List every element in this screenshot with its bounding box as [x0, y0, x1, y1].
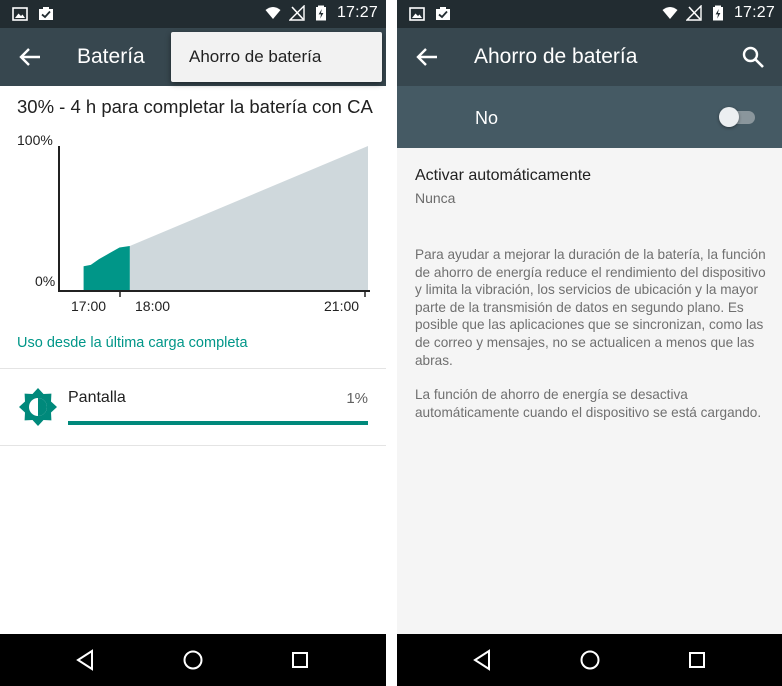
- nav-recents-icon[interactable]: [288, 648, 312, 672]
- toggle-thumb: [719, 107, 739, 127]
- wifi-icon: [265, 7, 281, 19]
- arrow-back-icon[interactable]: [18, 46, 42, 68]
- status-time: 17:27: [733, 4, 775, 21]
- usage-progress-fill: [68, 421, 368, 425]
- battery-saver-screen: 17:27 Ahorro de batería No Activar autom…: [397, 0, 782, 686]
- auto-activate-value: Nunca: [415, 190, 456, 206]
- y-tick-label: 100%: [17, 132, 53, 148]
- switch-state-label: No: [475, 108, 499, 128]
- settings-list: Activar automáticamente Nunca Para ayuda…: [397, 148, 782, 634]
- battery-icon: [315, 5, 326, 21]
- task-check-icon: [39, 7, 53, 20]
- y-tick-label: 0%: [35, 273, 55, 289]
- image-icon: [409, 7, 425, 21]
- usage-item-percent: 1%: [346, 390, 368, 407]
- no-signal-icon: [685, 5, 702, 21]
- auto-activate-title: Activar automáticamente: [415, 167, 592, 184]
- x-tick-label: 17:00: [71, 298, 106, 314]
- nav-home-icon[interactable]: [578, 648, 602, 672]
- battery-history-chart: 100% 0% 17:00 18:00 21:00: [17, 132, 370, 314]
- arrow-back-icon[interactable]: [415, 46, 439, 68]
- overflow-menu: Ahorro de batería: [171, 32, 382, 82]
- image-icon: [12, 7, 28, 21]
- x-tick-label: 18:00: [135, 298, 170, 314]
- wifi-icon: [662, 7, 678, 19]
- screen-separator: [386, 0, 397, 686]
- no-signal-icon: [288, 5, 305, 21]
- x-tick-label: 21:00: [324, 298, 359, 314]
- charge-status: 30% - 4 h para completar la batería con …: [17, 96, 373, 117]
- page-title: Ahorro de batería: [474, 45, 638, 68]
- usage-item-name: Pantalla: [68, 389, 126, 406]
- history-area: [83, 246, 130, 291]
- divider: [0, 445, 386, 446]
- search-icon[interactable]: [741, 45, 765, 69]
- status-bar: 17:27: [397, 0, 782, 28]
- menu-item-battery-saver[interactable]: Ahorro de batería: [189, 47, 321, 67]
- task-check-icon: [436, 7, 450, 20]
- app-bar: Ahorro de batería: [397, 28, 782, 86]
- brightness-icon: [19, 388, 57, 426]
- navigation-bar: [0, 634, 386, 686]
- nav-home-icon[interactable]: [181, 648, 205, 672]
- prediction-area: [129, 146, 368, 291]
- usage-item-screen[interactable]: Pantalla 1%: [0, 369, 386, 445]
- description-text: La función de ahorro de energía se desac…: [415, 387, 762, 420]
- status-bar: 17:27: [0, 0, 386, 28]
- nav-back-icon[interactable]: [470, 648, 494, 672]
- page-title: Batería: [77, 45, 145, 68]
- description-text: Para ayudar a mejorar la duración de la …: [415, 247, 766, 368]
- navigation-bar: [397, 634, 782, 686]
- battery-saver-toggle[interactable]: [719, 107, 757, 127]
- nav-back-icon[interactable]: [73, 648, 97, 672]
- battery-saver-switch-row[interactable]: No: [397, 86, 782, 148]
- usage-progress-bar: [68, 421, 368, 425]
- nav-recents-icon[interactable]: [685, 648, 709, 672]
- usage-since-full-charge-link[interactable]: Uso desde la última carga completa: [17, 335, 248, 351]
- battery-screen: 17:27 Batería Ahorro de batería 30% - 4 …: [0, 0, 386, 686]
- status-time: 17:27: [336, 4, 378, 21]
- battery-icon: [712, 5, 723, 21]
